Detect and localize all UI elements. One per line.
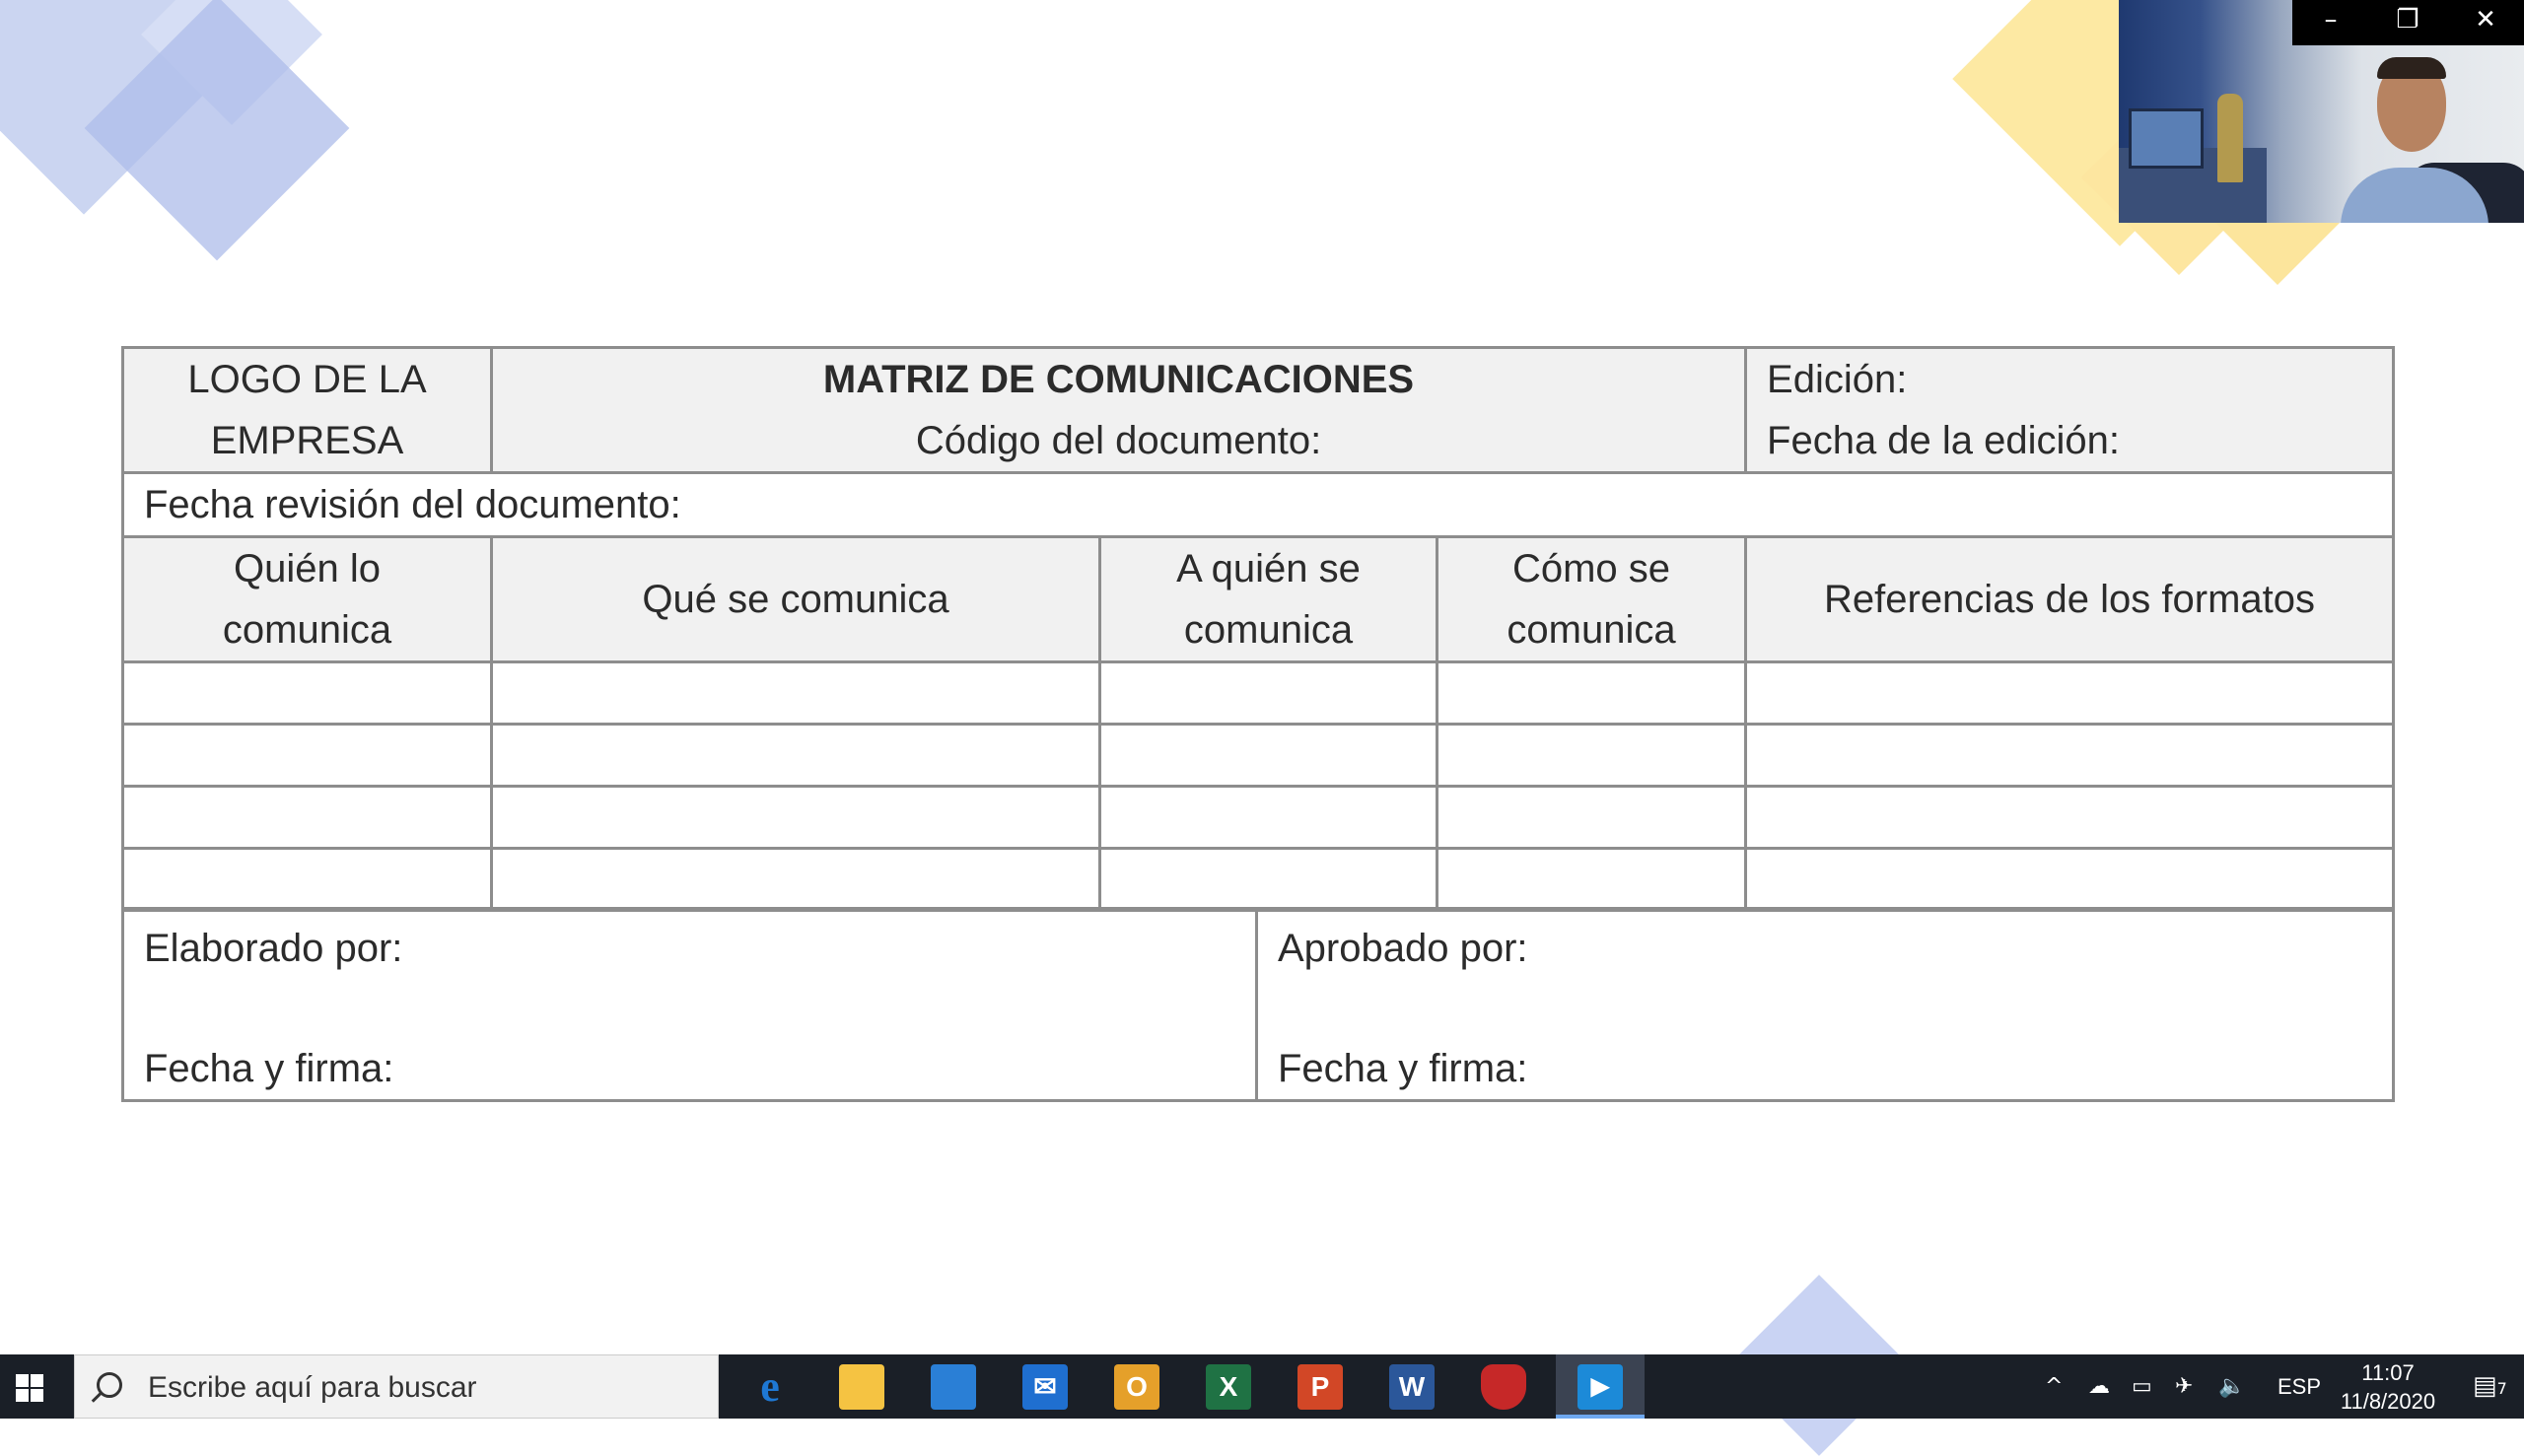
- windows-logo-icon: [31, 1389, 43, 1402]
- column-header-text: Referencias de los formatos: [1824, 578, 2316, 621]
- windows-logo-icon: [16, 1389, 29, 1402]
- store-icon[interactable]: [931, 1364, 976, 1410]
- date-signature-label: Fecha y firma:: [1278, 1047, 1528, 1090]
- table-row: [121, 660, 2396, 726]
- elaborated-by-label: Elaborado por:: [144, 927, 403, 970]
- elaborated-by-cell: Elaborado por: Fecha y firma:: [121, 907, 1258, 1102]
- column-header-text: comunica: [222, 608, 392, 652]
- clock-date: 11/8/2020: [2340, 1389, 2436, 1414]
- clock-time: 11:07: [2361, 1360, 2415, 1385]
- airplane-mode-icon[interactable]: ✈: [2175, 1354, 2193, 1419]
- edition-cell: Edición: Fecha de la edición:: [1744, 346, 2396, 474]
- table-row: [121, 723, 2396, 788]
- restore-button[interactable]: ❐: [2369, 0, 2446, 45]
- column-header-to-whom: A quién se comunica: [1098, 535, 1438, 663]
- notifications-count: 7: [2496, 1379, 2507, 1398]
- video-monitor: [2129, 108, 2204, 169]
- column-header-text: comunica: [1183, 608, 1354, 652]
- search-icon: [97, 1372, 122, 1398]
- column-header-how: Cómo se comunica: [1435, 535, 1748, 663]
- minimize-button[interactable]: –: [2292, 0, 2369, 45]
- video-person-hair: [2377, 57, 2446, 79]
- video-window-titlebar: – ❐ ✕: [2292, 0, 2524, 45]
- company-logo-placeholder: LOGO DE LA EMPRESA: [121, 346, 493, 474]
- column-header-text: Quién lo: [234, 547, 381, 590]
- document-code-label: Código del documento:: [915, 419, 1322, 462]
- windows-logo-icon: [31, 1374, 43, 1387]
- column-header-references: Referencias de los formatos: [1744, 535, 2396, 663]
- outlook-icon[interactable]: O: [1114, 1364, 1159, 1410]
- search-placeholder: Escribe aquí para buscar: [148, 1371, 477, 1404]
- approved-by-label: Aprobado por:: [1278, 927, 1528, 970]
- revision-date-label: Fecha revisión del documento:: [120, 471, 2396, 538]
- battery-icon[interactable]: ▭: [2132, 1354, 2152, 1419]
- taskbar: Escribe aquí para buscar e ✉ O X P W ▶ ^…: [0, 1354, 2524, 1419]
- media-player-icon[interactable]: ▶: [1578, 1364, 1623, 1410]
- signature-table: Elaborado por: Fecha y firma: Aprobado p…: [121, 907, 2395, 1102]
- file-explorer-icon[interactable]: [839, 1364, 884, 1410]
- excel-icon[interactable]: X: [1206, 1364, 1251, 1410]
- column-header-what: Qué se comunica: [490, 535, 1101, 663]
- column-header-text: comunica: [1507, 608, 1676, 652]
- video-trophy: [2217, 94, 2243, 182]
- windows-logo-icon: [16, 1374, 29, 1387]
- edition-date-label: Fecha de la edición:: [1767, 419, 2121, 462]
- communications-matrix-table: LOGO DE LA EMPRESA MATRIZ DE COMUNICACIO…: [120, 346, 2396, 912]
- logo-text-line: EMPRESA: [210, 419, 404, 462]
- taskbar-clock[interactable]: 11:07 11/8/2020: [2329, 1358, 2447, 1416]
- start-button[interactable]: [0, 1354, 71, 1419]
- title-cell: MATRIZ DE COMUNICACIONES Código del docu…: [489, 346, 1748, 474]
- close-button[interactable]: ✕: [2447, 0, 2524, 45]
- document-title: MATRIZ DE COMUNICACIONES: [822, 358, 1415, 401]
- mail-icon[interactable]: ✉: [1022, 1364, 1068, 1410]
- column-header-text: Cómo se: [1511, 547, 1671, 590]
- powerpoint-icon[interactable]: P: [1297, 1364, 1343, 1410]
- approved-by-cell: Aprobado por: Fecha y firma:: [1255, 907, 2395, 1102]
- language-indicator[interactable]: ESP: [2278, 1354, 2321, 1419]
- volume-icon[interactable]: 🔈: [2218, 1354, 2245, 1419]
- security-shield-icon[interactable]: [1481, 1364, 1526, 1410]
- table-row: [121, 847, 2396, 912]
- column-header-text: A quién se: [1176, 547, 1361, 590]
- column-header-who: Quién lo comunica: [121, 535, 493, 663]
- edge-icon[interactable]: e: [747, 1364, 793, 1410]
- onedrive-cloud-icon[interactable]: ☁: [2088, 1354, 2110, 1419]
- edition-label: Edición:: [1767, 358, 1908, 401]
- word-icon[interactable]: W: [1389, 1364, 1435, 1410]
- taskbar-search-box[interactable]: Escribe aquí para buscar: [74, 1354, 719, 1419]
- column-header-text: Qué se comunica: [642, 578, 949, 621]
- notifications-icon[interactable]: ▤7: [2473, 1354, 2507, 1419]
- table-row: [121, 785, 2396, 850]
- show-hidden-icons-chevron-icon[interactable]: ^: [2045, 1354, 2063, 1419]
- logo-text-line: LOGO DE LA: [187, 358, 427, 401]
- date-signature-label: Fecha y firma:: [144, 1047, 394, 1090]
